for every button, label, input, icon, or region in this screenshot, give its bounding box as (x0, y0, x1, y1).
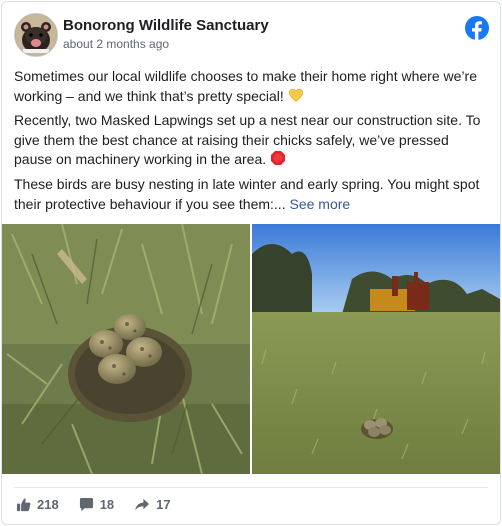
paragraph-1-text: Sometimes our local wildlife chooses to … (14, 68, 477, 104)
post-paragraph-2: Recently, two Masked Lapwings set up a n… (14, 111, 490, 170)
page-avatar[interactable] (14, 13, 58, 57)
like-button[interactable]: 218 (16, 497, 59, 512)
tasmanian-devil-avatar-icon (15, 14, 57, 56)
post-paragraph-3: These birds are busy nesting in late win… (14, 175, 490, 214)
photo-nest-in-field[interactable] (252, 224, 500, 474)
page-name-link[interactable]: Bonorong Wildlife Sanctuary (63, 17, 269, 34)
photo-grid (2, 224, 500, 474)
stop-sign-icon (271, 151, 286, 165)
thumbs-up-icon (16, 498, 31, 512)
post-timestamp[interactable]: about 2 months ago (63, 37, 169, 51)
paragraph-3-text: These birds are busy nesting in late win… (14, 176, 480, 212)
comment-button[interactable]: 18 (79, 497, 114, 512)
actions-divider (14, 487, 488, 488)
post-actions-bar: 218 18 17 (16, 497, 191, 512)
paragraph-2-text: Recently, two Masked Lapwings set up a n… (14, 112, 481, 167)
comment-bubble-icon (79, 497, 93, 512)
like-count: 218 (37, 497, 59, 512)
photo-nest-eggs-closeup[interactable] (2, 224, 250, 474)
share-arrow-icon (135, 498, 150, 511)
see-more-link[interactable]: See more (289, 196, 350, 212)
comment-count: 18 (99, 497, 115, 512)
facebook-logo-icon[interactable] (465, 16, 489, 40)
yellow-heart-icon (288, 88, 303, 102)
share-button[interactable]: 17 (134, 497, 171, 512)
post-paragraph-1: Sometimes our local wildlife chooses to … (14, 67, 490, 106)
share-count: 17 (156, 497, 171, 512)
post-card: Bonorong Wildlife Sanctuary about 2 mont… (1, 1, 501, 525)
